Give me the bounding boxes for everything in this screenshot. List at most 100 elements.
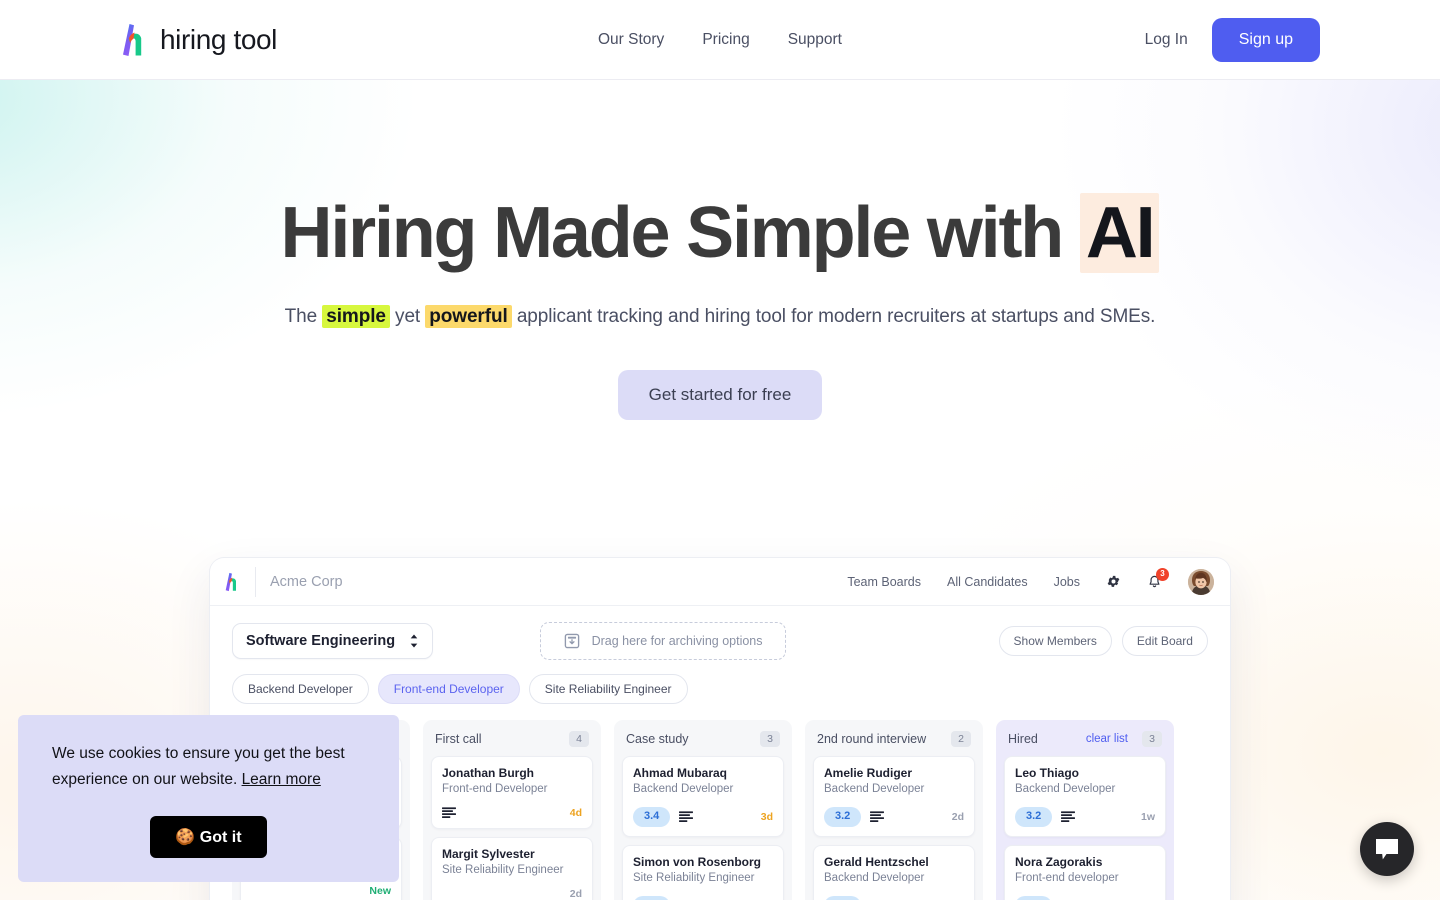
hero-sub-part2: yet <box>389 305 426 327</box>
note-icon <box>1061 811 1076 822</box>
app-toolbar: Software Engineering Drag here for archi… <box>210 606 1230 660</box>
hero-sub-highlight-powerful: powerful <box>425 304 512 328</box>
candidate-age-label: 4d <box>569 807 582 819</box>
candidate-card[interactable]: Jonathan Burgh Front-end Developer 4d <box>431 756 593 829</box>
hiring-tool-logo-icon <box>123 23 142 56</box>
page-root: hiring tool Our Story Pricing Support Lo… <box>0 0 1440 900</box>
candidate-score-badge: 3.4 <box>633 807 671 827</box>
candidate-age-label: 2d <box>951 810 964 823</box>
candidate-role: Backend Developer <box>1015 783 1116 795</box>
app-nav-team-boards[interactable]: Team Boards <box>847 575 921 589</box>
nav-item-support[interactable]: Support <box>788 31 842 49</box>
candidate-card[interactable]: Gerald Hentzschel Backend Developer3.3New <box>813 844 975 900</box>
column-title: Hired <box>1008 732 1038 746</box>
column-header: First call 4 <box>431 728 593 756</box>
avatar-image <box>1188 568 1214 595</box>
clear-list-link[interactable]: clear list <box>1086 733 1128 745</box>
candidate-role: Site Reliability Engineer <box>442 864 564 876</box>
hero-subtitle: The simple yet powerful applicant tracki… <box>0 304 1440 328</box>
note-icon <box>442 807 456 818</box>
card-footer: 3.4 3d <box>633 795 773 827</box>
candidate-role: Backend Developer <box>633 783 734 795</box>
hero-content: Hiring Made Simple with AI The simple ye… <box>0 80 1440 420</box>
candidate-role: Front-end Developer <box>442 783 548 795</box>
candidate-card[interactable]: Margit Sylvester Site Reliability Enginee… <box>431 837 593 900</box>
card-footer: 3.2 2d <box>824 795 964 827</box>
candidate-card[interactable]: Amelie Rudiger Backend Developer 3.2 2d <box>813 756 975 837</box>
note-indicator <box>442 807 456 819</box>
app-org-name: Acme Corp <box>270 573 343 590</box>
avatar[interactable] <box>1188 568 1214 595</box>
nav-item-pricing[interactable]: Pricing <box>702 31 749 49</box>
candidate-score-badge: 3.1 <box>633 895 671 900</box>
chat-bubble-icon <box>1376 839 1398 860</box>
column-header: Case study 3 <box>622 728 784 756</box>
brand-logo[interactable]: hiring tool <box>120 23 277 57</box>
column-header: 2nd round interview 2 <box>813 728 975 756</box>
candidate-card[interactable]: Leo Thiago Backend Developer 3.2 1w <box>1004 756 1166 837</box>
column-count-badge: 3 <box>760 731 780 747</box>
role-filter-chips: Backend Developer Front-end Developer Si… <box>210 660 1230 704</box>
column-count-badge: 3 <box>1142 731 1162 747</box>
cookie-consent-banner: We use cookies to ensure you get the bes… <box>18 714 399 882</box>
archive-dropzone[interactable]: Drag here for archiving options <box>539 622 786 660</box>
candidate-name: Margit Sylvester <box>442 847 535 861</box>
card-footer: 3.3New <box>824 884 964 900</box>
app-logo[interactable] <box>224 566 256 597</box>
candidate-role: Front-end developer <box>1015 871 1119 884</box>
cookie-learn-more-link[interactable]: Learn more <box>242 771 321 788</box>
app-nav-all-candidates[interactable]: All Candidates <box>947 575 1028 589</box>
board-actions: Show Members Edit Board <box>998 626 1208 656</box>
card-footer: 3.11d <box>633 884 773 900</box>
note-indicator <box>870 811 885 823</box>
app-nav-jobs[interactable]: Jobs <box>1054 575 1080 589</box>
notification-badge: 3 <box>1156 567 1169 581</box>
note-icon <box>870 811 885 822</box>
login-link[interactable]: Log In <box>1145 31 1188 49</box>
app-logo-icon <box>225 572 237 591</box>
settings-button[interactable] <box>1106 574 1121 589</box>
kanban-column: Case study 3 Ahmad Mubaraq Backend Develope… <box>614 720 792 900</box>
candidate-age-label: 3d <box>760 810 773 823</box>
candidate-card[interactable]: Nora Zagorakis Front-end developer3.82w <box>1004 844 1166 900</box>
candidate-name: Simon von Rosenborg <box>633 854 762 869</box>
header-actions: Log In Sign up <box>1145 17 1320 62</box>
candidate-name: Nora Zagorakis <box>1015 854 1103 869</box>
note-indicator <box>1061 811 1076 823</box>
notifications-button[interactable]: 3 <box>1147 567 1169 590</box>
board-select[interactable]: Software Engineering <box>232 623 434 659</box>
hero-sub-highlight-simple: simple <box>322 304 390 328</box>
candidate-card[interactable]: Ahmad Mubaraq Backend Developer 3.4 3d <box>622 756 784 837</box>
candidate-score-badge: 3.3 <box>824 895 862 900</box>
candidate-name: Gerald Hentzschel <box>824 854 929 869</box>
candidate-role: Backend Developer <box>824 783 925 795</box>
role-chip-backend-developer[interactable]: Backend Developer <box>232 674 369 704</box>
signup-button[interactable]: Sign up <box>1211 17 1320 62</box>
nav-item-our-story[interactable]: Our Story <box>598 31 664 49</box>
edit-board-button[interactable]: Edit Board <box>1121 626 1208 656</box>
board-select-value: Software Engineering <box>246 633 396 649</box>
archive-icon <box>564 633 579 649</box>
candidate-score-badge: 3.2 <box>824 807 862 827</box>
gear-icon <box>1107 575 1120 587</box>
app-topbar: Acme Corp Team Boards All Candidates Job… <box>210 558 1230 606</box>
candidate-name: Ahmad Mubaraq <box>633 766 728 780</box>
brand-name: hiring tool <box>160 23 278 55</box>
candidate-role: Backend Developer <box>824 871 925 884</box>
hero-sub-part1: The <box>284 305 323 327</box>
role-chip-site-reliability-engineer[interactable]: Site Reliability Engineer <box>528 674 688 704</box>
card-footer: 2d <box>442 876 582 900</box>
cookie-accept-button[interactable]: 🍪 Got it <box>150 816 267 858</box>
show-members-button[interactable]: Show Members <box>998 626 1112 656</box>
card-footer: 3.2 1w <box>1015 795 1155 827</box>
candidate-card[interactable]: Simon von Rosenborg Site Reliability Engi… <box>622 844 784 900</box>
candidate-name: Amelie Rudiger <box>824 766 913 780</box>
archive-dropzone-label: Drag here for archiving options <box>591 634 763 648</box>
column-count-badge: 4 <box>569 731 589 747</box>
candidate-score-badge: 3.8 <box>1015 895 1053 900</box>
get-started-button[interactable]: Get started for free <box>617 369 823 420</box>
column-header: Hired clear list 3 <box>1004 728 1166 756</box>
candidate-age-label: New <box>369 885 391 897</box>
chat-widget-button[interactable] <box>1360 822 1414 876</box>
role-chip-front-end-developer[interactable]: Front-end Developer <box>377 674 520 704</box>
